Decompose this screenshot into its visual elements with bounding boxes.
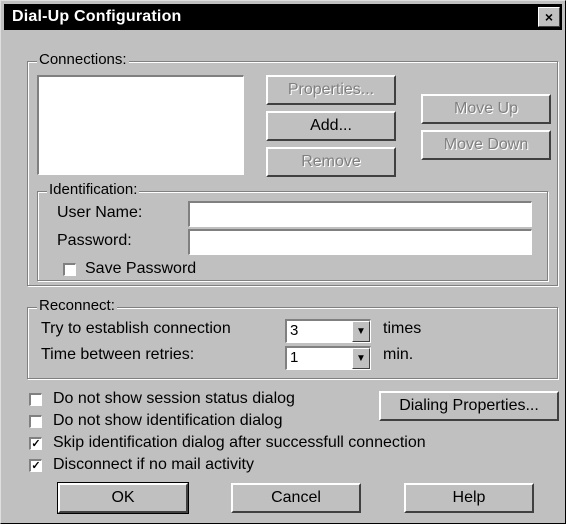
option-checkbox-disconnect[interactable]: ✓ bbox=[29, 459, 42, 472]
option-label-session-status[interactable]: Do not show session status dialog bbox=[53, 389, 295, 409]
identification-legend: Identification: bbox=[47, 181, 140, 199]
window-title: Dial-Up Configuration bbox=[12, 8, 182, 25]
password-label: Password: bbox=[57, 232, 132, 249]
remove-button[interactable]: Remove bbox=[266, 147, 396, 177]
time-unit-label: min. bbox=[383, 346, 414, 363]
save-password-checkbox[interactable] bbox=[63, 263, 76, 276]
retry-interval-value: 1 bbox=[290, 349, 299, 366]
reconnect-legend: Reconnect: bbox=[37, 297, 117, 315]
connections-legend: Connections: bbox=[37, 51, 129, 69]
move-up-button[interactable]: Move Up bbox=[421, 94, 551, 124]
help-button[interactable]: Help bbox=[404, 483, 534, 513]
option-label-identification[interactable]: Do not show identification dialog bbox=[53, 411, 282, 431]
title-bar[interactable]: Dial-Up Configuration × bbox=[4, 4, 562, 30]
try-unit-label: times bbox=[383, 320, 422, 337]
retry-interval-select[interactable]: 1 ▼ bbox=[285, 346, 371, 370]
close-icon: × bbox=[544, 9, 554, 25]
move-down-button[interactable]: Move Down bbox=[421, 130, 551, 160]
chevron-down-icon[interactable]: ▼ bbox=[352, 321, 370, 342]
properties-button[interactable]: Properties... bbox=[266, 75, 396, 105]
chevron-down-icon[interactable]: ▼ bbox=[352, 348, 370, 369]
dialup-config-dialog: Dial-Up Configuration × Connections: Pro… bbox=[0, 0, 566, 524]
try-count-value: 3 bbox=[290, 322, 299, 339]
cancel-button[interactable]: Cancel bbox=[231, 483, 361, 513]
option-checkbox-session-status[interactable] bbox=[29, 393, 42, 406]
add-button[interactable]: Add... bbox=[266, 111, 396, 141]
try-count-select[interactable]: 3 ▼ bbox=[285, 319, 371, 343]
option-label-skip-identification[interactable]: Skip identification dialog after success… bbox=[53, 433, 426, 453]
time-between-retries-label: Time between retries: bbox=[41, 346, 195, 363]
dialing-properties-button[interactable]: Dialing Properties... bbox=[379, 391, 559, 421]
user-name-label: User Name: bbox=[57, 204, 143, 221]
password-input[interactable] bbox=[188, 229, 532, 255]
check-icon: ✓ bbox=[31, 460, 41, 472]
close-button[interactable]: × bbox=[538, 7, 560, 27]
connections-list[interactable] bbox=[37, 75, 244, 175]
ok-button[interactable]: OK bbox=[57, 482, 189, 514]
check-icon: ✓ bbox=[31, 438, 41, 450]
save-password-label[interactable]: Save Password bbox=[85, 259, 196, 279]
option-checkbox-skip-identification[interactable]: ✓ bbox=[29, 437, 42, 450]
user-name-input[interactable] bbox=[188, 201, 532, 227]
option-label-disconnect[interactable]: Disconnect if no mail activity bbox=[53, 455, 254, 475]
try-connection-label: Try to establish connection bbox=[41, 320, 231, 337]
option-checkbox-identification[interactable] bbox=[29, 415, 42, 428]
